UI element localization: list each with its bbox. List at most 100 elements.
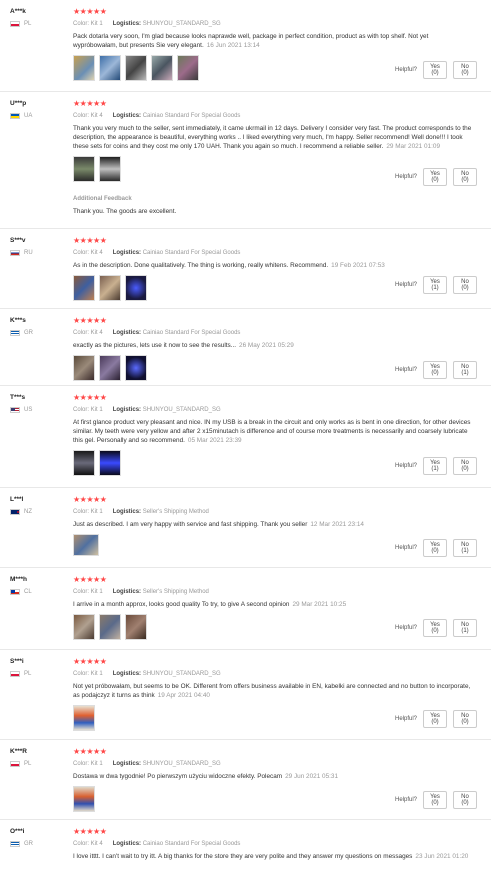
review-photo-thumbnail[interactable] (73, 450, 95, 476)
sku-color: Color: Kit 4 (73, 250, 103, 256)
review-photo-thumbnail[interactable] (73, 534, 99, 556)
reviewer-name: A***k (10, 8, 26, 15)
review-date: 29 Jun 2021 05:31 (285, 773, 339, 780)
rating-stars: ★★★★★ (73, 657, 107, 666)
logistics-label: Logistics: (112, 671, 142, 677)
review-text: As in the description. Done qualitativel… (73, 262, 329, 269)
helpful-no-button[interactable]: No (0) (453, 710, 477, 728)
review-text: Dostawa w dwa tygodnie! Po pierwszym uży… (73, 773, 283, 780)
helpful-yes-button[interactable]: Yes (0) (423, 619, 447, 637)
logistics-method: SHUNYOU_STANDARD_SG (142, 407, 221, 413)
review-date: 29 Mar 2021 10:25 (292, 601, 347, 608)
review-photo-thumbnail[interactable] (73, 355, 95, 381)
helpful-yes-button[interactable]: Yes (0) (423, 710, 447, 728)
review-photo-thumbnail[interactable] (125, 614, 147, 640)
review-photo-thumbnail[interactable] (99, 55, 121, 81)
helpful-no-button[interactable]: No (0) (453, 61, 477, 79)
sku-color: Color: Kit 4 (73, 330, 103, 336)
reviewer-info: A***k PL (10, 8, 66, 27)
sku-color: Color: Kit 1 (73, 589, 103, 595)
sku-color: Color: Kit 1 (73, 21, 103, 27)
reviewer-info: T***s US (10, 394, 66, 413)
reviewer-name: K***s (10, 317, 26, 324)
review-photo-thumbnail[interactable] (99, 355, 121, 381)
review-item: K***s GR ★★★★★ Color: Kit 4 Logistics: Ca… (0, 309, 491, 386)
helpful-yes-button[interactable]: Yes (1) (423, 457, 447, 475)
reviewer-info: L***l NZ (10, 496, 66, 515)
logistics-method: SHUNYOU_STANDARD_SG (142, 21, 221, 27)
helpful-yes-button[interactable]: Yes (0) (423, 61, 447, 79)
logistics-method: Seller's Shipping Method (142, 589, 209, 595)
rating-stars: ★★★★★ (73, 575, 107, 584)
helpful-label: Helpful? (394, 716, 417, 722)
review-text: Just as described. I am very happy with … (73, 521, 308, 528)
review-photo-thumbnail[interactable] (99, 450, 121, 476)
reviewer-country: UA (24, 113, 33, 119)
helpful-no-button[interactable]: No (0) (453, 791, 477, 809)
helpful-no-button[interactable]: No (0) (453, 276, 477, 294)
reviewer-country: US (24, 407, 33, 413)
review-item: K***R PL ★★★★★ Color: Kit 1 Logistics: SH… (0, 740, 491, 820)
review-photo-thumbnail[interactable] (125, 275, 147, 301)
sku-color: Color: Kit 4 (73, 841, 103, 847)
review-date: 05 Mar 2021 23:39 (187, 437, 242, 444)
review-text: exactly as the pictures, lets use it now… (73, 342, 237, 349)
review-date: 19 Feb 2021 07:53 (331, 262, 385, 269)
review-photo-thumbnail[interactable] (177, 55, 199, 81)
flag-icon (10, 330, 20, 336)
rating-stars: ★★★★★ (73, 99, 107, 108)
additional-feedback-title: Additional Feedback (73, 196, 132, 202)
review-photo-thumbnail[interactable] (99, 275, 121, 301)
review-item: T***s US ★★★★★ Color: Kit 1 Logistics: SH… (0, 386, 491, 488)
reviewer-country: PL (24, 21, 32, 27)
review-photo-thumbnail[interactable] (73, 55, 95, 81)
helpful-no-button[interactable]: No (1) (453, 619, 477, 637)
logistics-label: Logistics: (112, 250, 142, 256)
helpful-no-button[interactable]: No (0) (453, 168, 477, 186)
review-photo-thumbnail[interactable] (125, 55, 147, 81)
logistics-method: Cainiao Standard For Special Goods (142, 330, 241, 336)
sku-color: Color: Kit 1 (73, 407, 103, 413)
rating-stars: ★★★★★ (73, 747, 107, 756)
review-photo-thumbnail[interactable] (73, 275, 95, 301)
review-photo-thumbnail[interactable] (73, 156, 95, 182)
review-date: 16 Jun 2021 13:14 (206, 42, 260, 49)
flag-icon (10, 761, 20, 767)
review-photo-thumbnail[interactable] (99, 614, 121, 640)
helpful-no-button[interactable]: No (0) (453, 457, 477, 475)
logistics-label: Logistics: (112, 761, 142, 767)
review-date: 29 Mar 2021 01:09 (386, 143, 440, 150)
helpful-no-button[interactable]: No (1) (453, 361, 477, 379)
logistics-label: Logistics: (112, 509, 142, 515)
review-text: Not yet próbowałam, but seems to be OK. … (73, 683, 471, 699)
logistics-method: SHUNYOU_STANDARD_SG (142, 671, 221, 677)
flag-icon (10, 589, 20, 595)
sku-color: Color: Kit 1 (73, 671, 103, 677)
helpful-yes-button[interactable]: Yes (1) (423, 276, 447, 294)
helpful-yes-button[interactable]: Yes (0) (423, 168, 447, 186)
sku-color: Color: Kit 1 (73, 761, 103, 767)
rating-stars: ★★★★★ (73, 7, 107, 16)
helpful-yes-button[interactable]: Yes (0) (423, 361, 447, 379)
review-item: M***h CL ★★★★★ Color: Kit 1 Logistics: Se… (0, 568, 491, 650)
logistics-method: Seller's Shipping Method (142, 509, 209, 515)
rating-stars: ★★★★★ (73, 495, 107, 504)
reviewer-country: PL (24, 761, 32, 767)
reviewer-name: T***s (10, 394, 26, 401)
reviewer-info: M***h CL (10, 576, 66, 595)
logistics-label: Logistics: (112, 330, 142, 336)
helpful-yes-button[interactable]: Yes (0) (423, 791, 447, 809)
helpful-label: Helpful? (394, 797, 417, 803)
review-photo-thumbnail[interactable] (73, 786, 95, 812)
helpful-yes-button[interactable]: Yes (0) (423, 539, 447, 557)
helpful-no-button[interactable]: No (1) (453, 539, 477, 557)
rating-stars: ★★★★★ (73, 316, 107, 325)
review-photo-thumbnail[interactable] (151, 55, 173, 81)
review-photo-thumbnail[interactable] (73, 614, 95, 640)
helpful-label: Helpful? (394, 463, 417, 469)
review-photo-thumbnail[interactable] (99, 156, 121, 182)
review-photo-thumbnail[interactable] (73, 705, 95, 731)
review-date: 26 May 2021 05:29 (239, 342, 294, 349)
flag-icon (10, 841, 20, 847)
review-photo-thumbnail[interactable] (125, 355, 147, 381)
